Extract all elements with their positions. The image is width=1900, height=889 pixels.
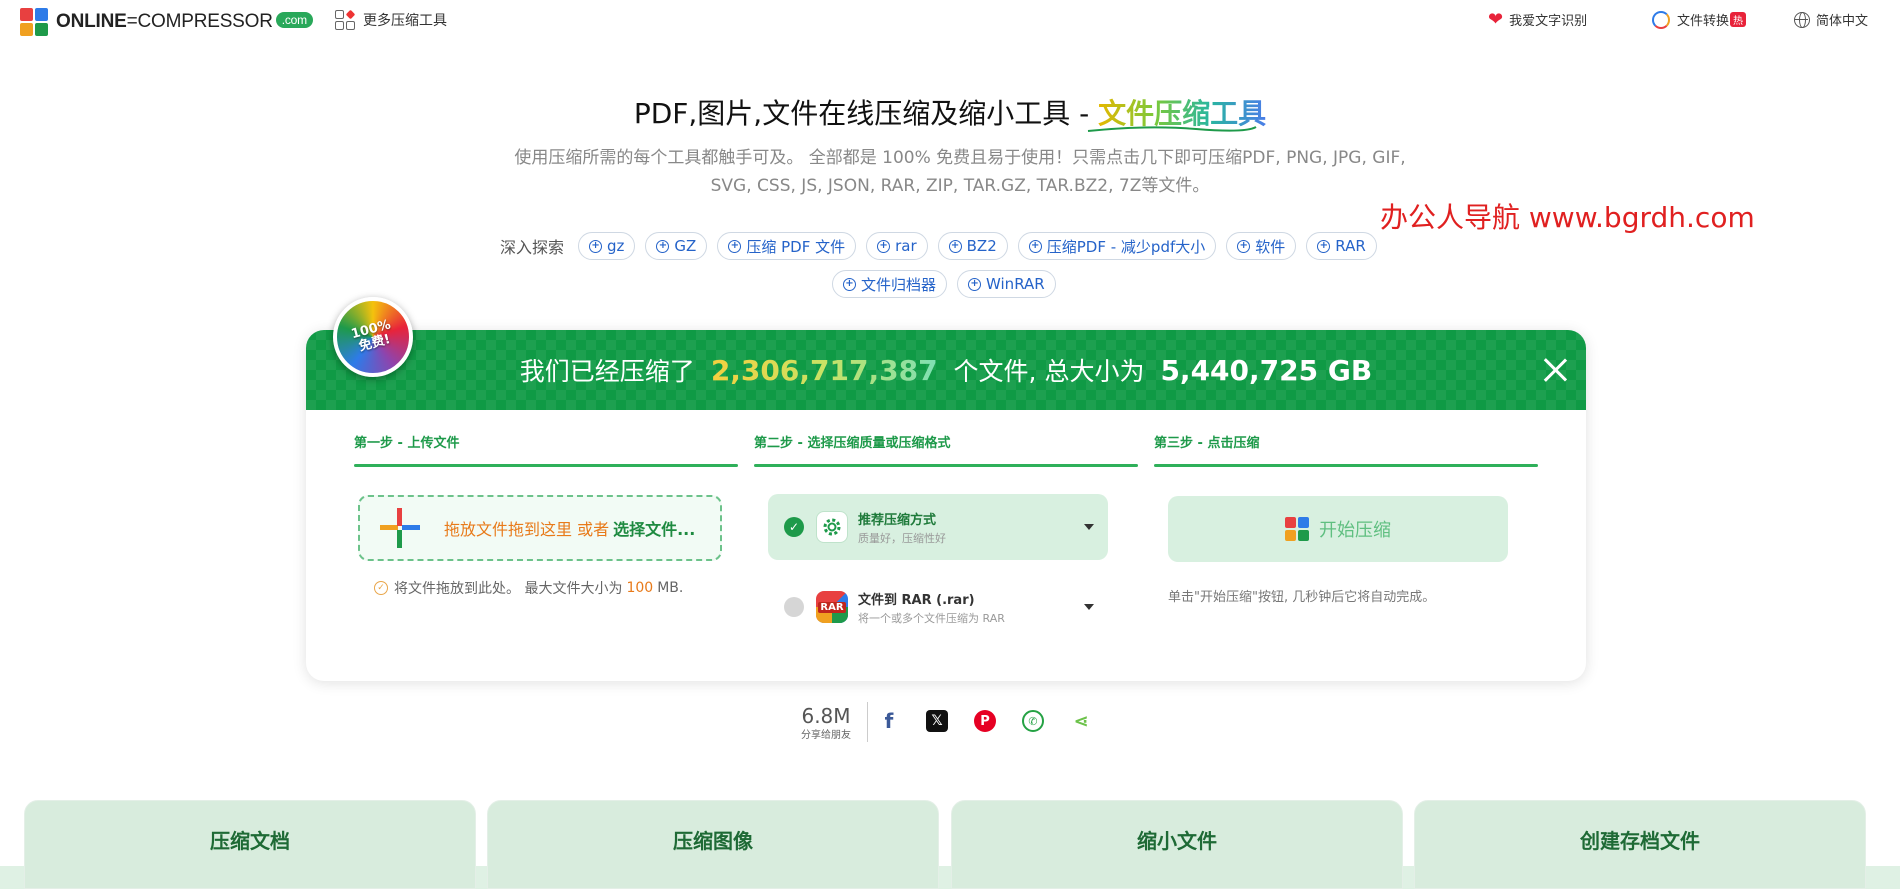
radio-checked-icon: ✓	[784, 517, 804, 537]
site-logo[interactable]: ONLINE=COMPRESSOR .com	[20, 8, 313, 36]
plus-circle-icon: +	[1237, 239, 1251, 253]
step-1-title: 第一步 - 上传文件	[354, 436, 460, 451]
ocr-label: 我爱文字识别	[1509, 14, 1588, 29]
tools-grid-icon	[335, 9, 356, 30]
tag-chip[interactable]: + BZ2	[937, 232, 1008, 260]
tile-shrink-files[interactable]: 缩小文件	[951, 800, 1403, 889]
stats-banner-text: 我们已经压缩了 2,306,717,387 个文件, 总大小为 5,440,72…	[306, 330, 1586, 410]
explore-tags-row: 深入探索 + gz + GZ + 压缩 PDF 文件 + rar + BZ2 + 压缩PDF…	[500, 232, 1387, 260]
hero-description: 使用压缩所需的每个工具都触手可及。 全部都是 100% 免费且易于使用！只需点击…	[514, 148, 1406, 196]
chevron-down-icon[interactable]	[1084, 604, 1094, 610]
hot-badge: 热	[1730, 12, 1747, 27]
tag-chip[interactable]: + gz	[578, 232, 636, 260]
compressed-files-count: 2,306,717,387	[710, 353, 938, 387]
tile-compress-images[interactable]: 压缩图像	[487, 800, 939, 889]
globe-icon	[1794, 11, 1810, 28]
plus-circle-icon: +	[656, 239, 670, 253]
option-recommended[interactable]: ✓ 推荐压缩方式 质量好，压缩性好	[768, 494, 1108, 560]
language-label: 简体中文	[1816, 14, 1869, 29]
nav-ocr-link[interactable]: ❤ 我爱文字识别	[1488, 10, 1587, 29]
tag-chip[interactable]: + 压缩PDF - 减少pdf大小	[1017, 232, 1217, 260]
start-button-label: 开始压缩	[1319, 520, 1391, 541]
step-2-divider	[754, 464, 1138, 467]
share-icon[interactable]: ⋖	[1070, 710, 1092, 732]
whatsapp-icon[interactable]: ✆	[1022, 710, 1044, 732]
option-recommended-text: 推荐压缩方式 质量好，压缩性好	[858, 512, 946, 545]
logo-text: ONLINE=COMPRESSOR .com	[56, 11, 313, 33]
nav-convert-link[interactable]: 文件转换 热	[1652, 10, 1747, 29]
step-3-divider	[1154, 464, 1538, 467]
convert-icon	[1652, 10, 1670, 29]
tag-chip[interactable]: + GZ	[645, 232, 708, 260]
start-compress-button[interactable]: 开始压缩	[1168, 496, 1508, 562]
gear-icon	[816, 511, 848, 543]
explore-label: 深入探索	[500, 238, 565, 257]
watermark-text: 办公人导航 www.bgrdh.com	[1380, 201, 1755, 234]
drop-zone-text: 拖放文件拖到这里 或者 选择文件...	[444, 520, 696, 539]
check-icon: ✓	[374, 581, 388, 595]
plus-circle-icon: +	[948, 239, 962, 253]
pinterest-icon[interactable]: P	[974, 710, 996, 732]
title-underline-swoosh	[1087, 126, 1257, 132]
upload-size-hint: ✓ 将文件拖放到此处。 最大文件大小为 100 MB.	[374, 578, 683, 598]
start-hint: 单击"开始压缩"按钮, 几秒钟后它将自动完成。	[1168, 590, 1436, 605]
colorful-plus-icon	[380, 508, 420, 548]
tag-chip[interactable]: + 压缩 PDF 文件	[717, 232, 857, 260]
plus-circle-icon: +	[843, 277, 856, 291]
tile-create-archive[interactable]: 创建存档文件	[1414, 800, 1866, 889]
option-rar-text: 文件到 RAR (.rar) 将一个或多个文件压缩为 RAR	[858, 592, 1005, 625]
explore-tags-row-2: + 文件归档器 + WinRAR	[832, 270, 1066, 298]
heart-icon: ❤	[1488, 8, 1504, 30]
file-drop-zone[interactable]: 拖放文件拖到这里 或者 选择文件...	[358, 495, 722, 561]
convert-label: 文件转换	[1677, 14, 1730, 29]
radio-unchecked-icon	[784, 597, 804, 617]
tile-compress-documents[interactable]: 压缩文档	[24, 800, 476, 889]
tag-chip[interactable]: + RAR	[1306, 232, 1377, 260]
tag-chip[interactable]: + WinRAR	[957, 270, 1056, 298]
plus-circle-icon: +	[877, 239, 891, 253]
facebook-icon[interactable]: f	[878, 709, 900, 733]
rar-icon: RAR	[816, 591, 848, 623]
close-banner-icon[interactable]	[1542, 357, 1568, 383]
step-1-divider	[354, 464, 738, 467]
tag-chip[interactable]: + 软件	[1226, 232, 1297, 260]
page-title: PDF,图片,文件在线压缩及缩小工具 - 文件压缩工具	[633, 97, 1267, 130]
compressed-total-size: 5,440,725 GB	[1160, 353, 1373, 387]
plus-circle-icon: +	[1317, 239, 1331, 253]
share-counter: 6.8M 分享给朋友	[801, 704, 851, 741]
select-file-link[interactable]: 选择文件...	[613, 520, 695, 539]
step-2-title: 第二步 - 选择压缩质量或压缩格式	[754, 436, 951, 451]
tag-chip[interactable]: + rar	[866, 232, 928, 260]
more-tools-label: 更多压缩工具	[363, 13, 447, 29]
free-badge: 100% 免费!	[333, 297, 413, 377]
tag-chip[interactable]: + 文件归档器	[832, 270, 948, 298]
app-grid-icon	[1285, 517, 1309, 541]
language-selector[interactable]: 简体中文	[1794, 10, 1868, 29]
logo-icon	[20, 8, 48, 36]
more-tools-menu[interactable]: 更多压缩工具	[335, 9, 447, 30]
compressor-card: 我们已经压缩了 2,306,717,387 个文件, 总大小为 5,440,72…	[306, 330, 1586, 681]
option-rar[interactable]: RAR 文件到 RAR (.rar) 将一个或多个文件压缩为 RAR	[768, 574, 1108, 640]
plus-circle-icon: +	[1028, 239, 1042, 253]
share-divider	[867, 702, 868, 742]
step-3-title: 第三步 - 点击压缩	[1154, 436, 1260, 451]
banner-prefix: 我们已经压缩了	[519, 357, 695, 386]
banner-middle: 个文件, 总大小为	[953, 357, 1145, 386]
plus-circle-icon: +	[968, 277, 982, 291]
top-navigation: ONLINE=COMPRESSOR .com 更多压缩工具 ❤ 我爱文字识别 文件…	[0, 0, 1900, 44]
chevron-down-icon[interactable]	[1084, 524, 1094, 530]
x-twitter-icon[interactable]: 𝕏	[926, 710, 948, 732]
plus-circle-icon: +	[728, 239, 742, 253]
plus-circle-icon: +	[589, 239, 603, 253]
